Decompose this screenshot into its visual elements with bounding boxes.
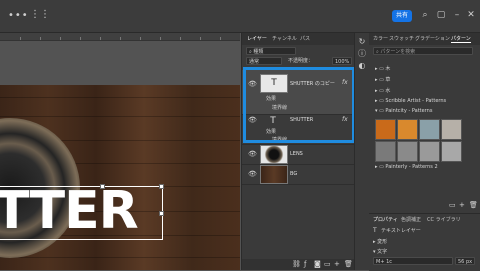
layer-kind-filter[interactable]: ⌕ 種類 — [246, 47, 296, 55]
font-family-select[interactable]: M+ 1c — [373, 257, 453, 265]
tab-swatches[interactable]: スウォッチ — [389, 35, 414, 42]
pattern-swatch[interactable] — [375, 119, 396, 140]
close-icon[interactable]: ✕ — [466, 10, 476, 20]
visibility-eye-icon[interactable]: 👁 — [248, 170, 257, 178]
folder-item[interactable]: ▸ ▭ 草 — [375, 76, 390, 83]
pattern-swatch[interactable] — [375, 141, 396, 162]
transform-section[interactable]: ▸ 変形 — [373, 238, 387, 245]
folder-item[interactable]: ▸ ▭ Painterly - Patterns 2 — [375, 164, 438, 170]
workspace-icon[interactable]: ▢ — [436, 10, 446, 20]
selection-highlight — [243, 67, 355, 143]
document-canvas[interactable]: TTER — [0, 33, 240, 270]
minimize-icon[interactable]: – — [452, 10, 462, 20]
transform-bounding-box[interactable] — [0, 186, 163, 240]
text-layer-icon: T — [373, 227, 377, 234]
new-layer-icon[interactable]: + — [334, 260, 340, 268]
new-pattern-icon[interactable]: + — [459, 201, 465, 209]
trash-icon[interactable]: 🗑 — [344, 260, 353, 268]
collapsed-panel-strip: ↻ ⓘ ◐ — [354, 33, 370, 270]
lens-layer-thumbnail — [260, 145, 288, 164]
layers-bottom-toolbar: ⛓ ƒ ◙ ▭ + 🗑 — [242, 259, 354, 270]
fx-add-icon[interactable]: ƒ — [304, 260, 306, 268]
patterns-panel: カラー スウォッチ グラデーション パターン ⌕ パターンを検索 ▸ ▭ 木 ▸… — [369, 33, 480, 213]
pattern-swatch[interactable] — [419, 119, 440, 140]
pattern-swatch[interactable] — [441, 141, 462, 162]
layer-type-label: テキストレイヤー — [381, 228, 421, 234]
color-icon[interactable]: ◐ — [357, 61, 367, 71]
pattern-swatch[interactable] — [441, 119, 462, 140]
tab-patterns[interactable]: パターン — [451, 35, 471, 43]
grid-menu-icon[interactable]: ⋮⋮ — [30, 9, 50, 20]
folder-item[interactable]: ▾ ▭ Paintcity - Patterns — [375, 108, 432, 114]
link-icon[interactable]: ⛓ — [292, 260, 301, 268]
share-button[interactable]: 共有 — [392, 10, 412, 22]
font-size-input[interactable]: 56 px — [455, 257, 475, 265]
new-group-icon[interactable]: ▭ — [449, 201, 456, 209]
tab-gradients[interactable]: グラデーション — [415, 35, 450, 42]
folder-item[interactable]: ▸ ▭ 水 — [375, 87, 390, 94]
transform-handle[interactable] — [159, 184, 164, 189]
mask-icon[interactable]: ◙ — [314, 260, 321, 268]
patterns-panel-tabs: カラー スウォッチ グラデーション パターン — [369, 33, 480, 45]
tab-color[interactable]: カラー — [373, 35, 388, 42]
tab-adjustments[interactable]: 色調補正 — [401, 216, 421, 223]
horizontal-ruler — [0, 33, 240, 41]
tab-channels[interactable]: チャンネル — [272, 35, 297, 42]
bg-layer-thumbnail — [260, 165, 288, 184]
tab-cc-libraries[interactable]: CC ライブラリ — [427, 216, 461, 223]
menu-dots-icon[interactable]: ••• — [8, 10, 29, 21]
character-section[interactable]: ▾ 文字 — [373, 248, 387, 255]
opacity-input[interactable]: 100% — [332, 57, 352, 65]
tab-layers[interactable]: レイヤー — [247, 35, 267, 42]
layer-row-lens[interactable]: 👁 LENS — [242, 144, 354, 165]
trash-icon[interactable]: 🗑 — [469, 201, 478, 209]
tab-paths[interactable]: パス — [300, 35, 310, 42]
tab-properties[interactable]: プロパティ — [373, 216, 398, 223]
layer-name[interactable]: BG — [290, 171, 297, 177]
layer-name[interactable]: LENS — [290, 151, 303, 157]
properties-panel: プロパティ 色調補正 CC ライブラリ T テキストレイヤー ▸ 変形 ▾ 文字… — [369, 213, 480, 271]
visibility-eye-icon[interactable]: 👁 — [248, 150, 257, 158]
pattern-swatch[interactable] — [397, 141, 418, 162]
pattern-search-input[interactable]: ⌕ パターンを検索 — [373, 47, 473, 55]
transform-handle[interactable] — [100, 184, 105, 189]
pattern-swatch[interactable] — [419, 141, 440, 162]
pattern-swatch[interactable] — [397, 119, 418, 140]
folder-icon[interactable]: ▭ — [324, 260, 331, 268]
transform-handle[interactable] — [159, 211, 164, 216]
layer-row-bg[interactable]: 👁 BG — [242, 164, 354, 185]
search-icon[interactable]: ⌕ — [420, 10, 430, 20]
blend-mode-select[interactable]: 通常 — [246, 57, 282, 65]
info-icon[interactable]: ⓘ — [357, 49, 367, 59]
folder-item[interactable]: ▸ ▭ Scribble Artist - Patterns — [375, 98, 446, 104]
layers-panel-tabs: レイヤー チャンネル パス — [242, 33, 354, 45]
opacity-label: 不透明度： — [288, 58, 314, 64]
folder-item[interactable]: ▸ ▭ 木 — [375, 65, 390, 72]
history-icon[interactable]: ↻ — [357, 37, 367, 47]
top-bar: ••• ⋮⋮ 共有 ⌕ ▢ – ✕ — [0, 0, 480, 33]
